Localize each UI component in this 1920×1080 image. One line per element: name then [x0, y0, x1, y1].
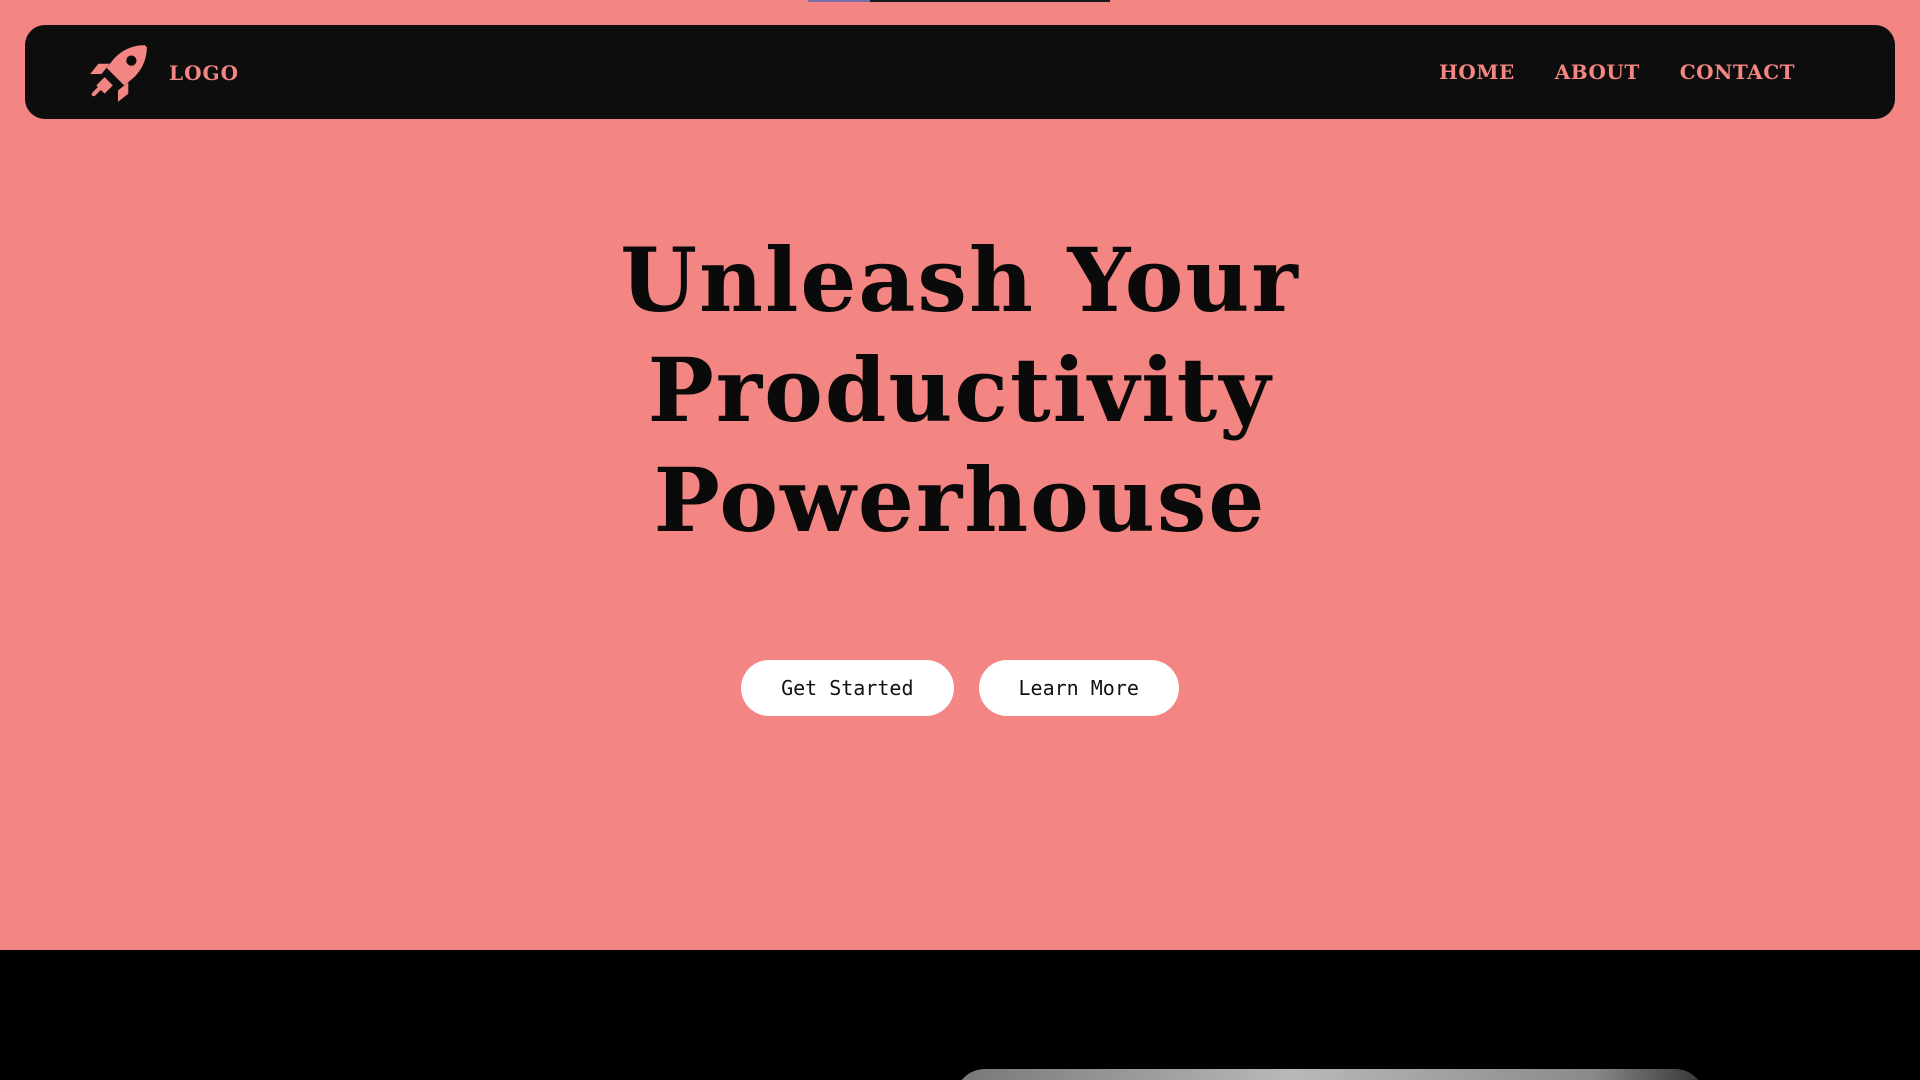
learn-more-button[interactable]: Learn More — [978, 660, 1179, 716]
media-preview-card — [955, 1069, 1705, 1080]
hero-title: Unleash Your Productivity Powerhouse — [620, 228, 1300, 552]
nav-links: HOME ABOUT CONTACT — [1439, 25, 1795, 119]
nav-link-home[interactable]: HOME — [1439, 60, 1515, 84]
top-progress-indicator-segment — [808, 0, 870, 2]
features-section — [0, 950, 1920, 1080]
nav-link-contact[interactable]: CONTACT — [1680, 60, 1795, 84]
rocket-icon — [90, 45, 147, 102]
hero-buttons: Get Started Learn More — [0, 660, 1920, 716]
top-progress-indicator — [808, 0, 1110, 2]
logo[interactable]: LOGO — [85, 41, 239, 105]
logo-text: LOGO — [169, 61, 239, 85]
get-started-button[interactable]: Get Started — [741, 660, 954, 716]
navbar: LOGO HOME ABOUT CONTACT — [25, 25, 1895, 119]
nav-link-about[interactable]: ABOUT — [1555, 60, 1640, 84]
